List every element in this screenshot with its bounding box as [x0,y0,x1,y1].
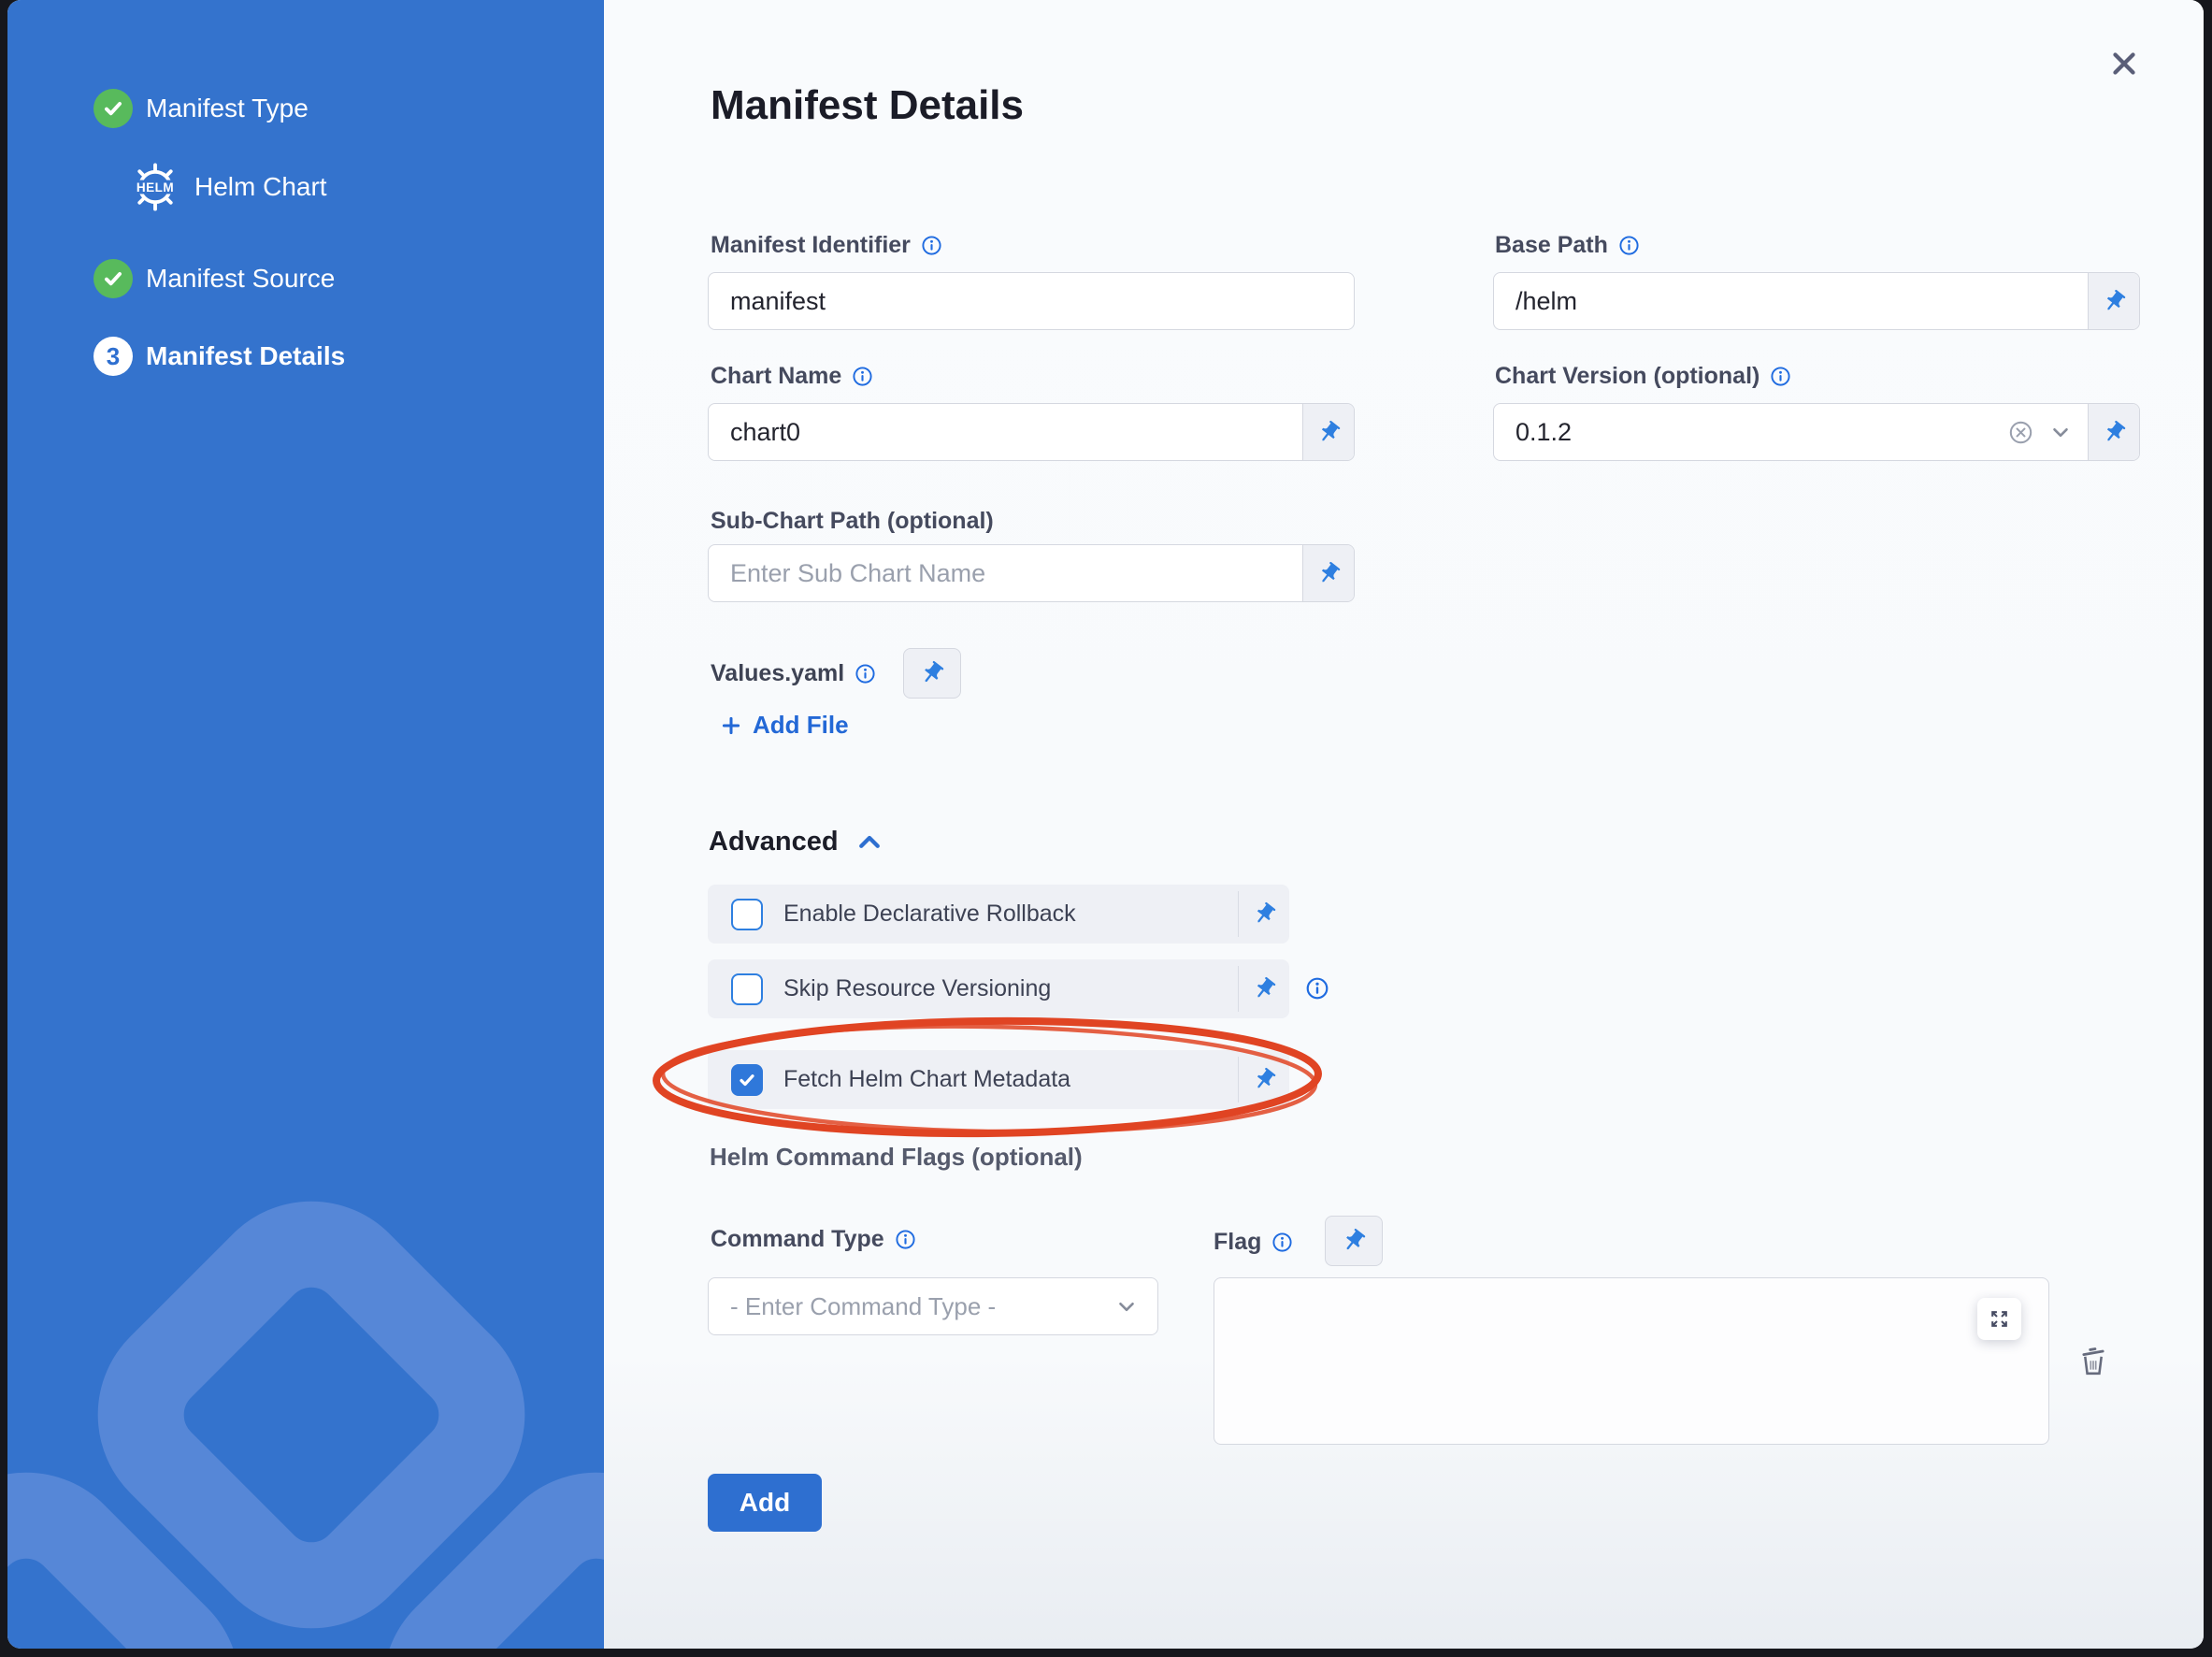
sidebar-step-manifest-type[interactable]: Manifest Type [93,89,309,128]
sidebar-step-manifest-source[interactable]: Manifest Source [93,259,335,298]
pin-icon [1341,1228,1367,1254]
option-enable-declarative-rollback[interactable]: Enable Declarative Rollback [708,885,1289,944]
base-path-label: Base Path [1495,232,1608,259]
option-fetch-helm-chart-metadata[interactable]: Fetch Helm Chart Metadata [708,1050,1289,1109]
flag-label-row: Flag [1214,1229,1293,1256]
check-icon [101,267,125,291]
sub-chart-path-label-row: Sub-Chart Path (optional) [711,508,994,535]
pin-icon[interactable] [1302,545,1354,601]
step-number: 3 [107,342,120,371]
sidebar-step-label: Manifest Type [146,94,309,123]
option-skip-resource-versioning[interactable]: Skip Resource Versioning [708,959,1289,1018]
add-button[interactable]: Add [708,1474,822,1532]
command-type-placeholder: - Enter Command Type - [709,1292,1114,1321]
helm-icon [129,161,181,213]
sidebar-step-label: Manifest Source [146,264,335,294]
chart-version-label: Chart Version (optional) [1495,363,1760,390]
pin-icon[interactable] [1239,1067,1289,1092]
sidebar-step-label: Helm Chart [194,172,327,202]
step-complete-icon [93,259,133,298]
sub-chart-path-field [708,544,1355,602]
page-background: Manifest Type Helm Chart Manifest Source… [0,0,2212,1657]
chart-name-input[interactable] [709,404,1302,460]
sidebar-step-manifest-details[interactable]: 3 Manifest Details [93,337,345,376]
pin-icon[interactable] [1239,976,1289,1001]
values-yaml-label-row: Values.yaml [711,660,876,687]
command-type-select[interactable]: - Enter Command Type - [708,1277,1158,1335]
pin-icon [919,660,945,686]
pin-icon[interactable] [1302,404,1354,460]
command-type-label: Command Type [711,1226,884,1253]
chart-version-label-row: Chart Version (optional) [1495,363,1791,390]
option-label: Enable Declarative Rollback [783,901,1238,928]
values-yaml-label: Values.yaml [711,660,844,687]
flag-textarea[interactable] [1214,1277,2049,1445]
chevron-up-icon [855,828,883,857]
manifest-details-modal: Manifest Type Helm Chart Manifest Source… [7,0,2204,1649]
clear-icon[interactable] [2008,404,2033,460]
option-label: Skip Resource Versioning [783,975,1238,1002]
close-icon[interactable] [2102,41,2147,86]
base-path-field [1493,272,2140,330]
info-icon[interactable] [1770,366,1791,387]
sidebar-step-label: Manifest Details [146,341,345,371]
add-file-button[interactable]: Add File [719,711,849,740]
manifest-identifier-label-row: Manifest Identifier [711,232,942,259]
helm-command-flags-heading: Helm Command Flags (optional) [710,1143,1083,1172]
harness-logo-watermark [7,1176,604,1649]
advanced-option-1-checkbox[interactable] [731,973,763,1005]
chart-version-field [1493,403,2140,461]
manifest-identifier-input[interactable] [709,273,1354,329]
advanced-option-2-checkbox[interactable] [731,1064,763,1096]
chevron-down-icon[interactable] [2048,404,2073,460]
info-icon[interactable] [855,663,876,684]
info-icon[interactable] [1305,976,1329,1001]
pin-icon[interactable] [2088,404,2139,460]
chart-name-label-row: Chart Name [711,363,873,390]
values-yaml-pin-button[interactable] [903,648,961,699]
expand-icon[interactable] [1977,1298,2021,1340]
sub-chart-path-label: Sub-Chart Path (optional) [711,508,994,535]
info-icon[interactable] [921,235,942,256]
pin-icon[interactable] [2088,273,2139,329]
base-path-input[interactable] [1494,273,2088,329]
info-icon[interactable] [1271,1232,1293,1253]
step-number-badge: 3 [93,337,133,376]
option-label: Fetch Helm Chart Metadata [783,1066,1238,1093]
command-type-label-row: Command Type [711,1226,916,1253]
manifest-identifier-field [708,272,1355,330]
chevron-down-icon [1114,1294,1139,1318]
flag-label: Flag [1214,1229,1261,1256]
sidebar-step-helm-chart[interactable]: Helm Chart [129,161,327,213]
chart-name-label: Chart Name [711,363,841,390]
pin-icon[interactable] [1239,901,1289,927]
chart-version-input[interactable] [1494,404,2008,460]
check-icon [101,96,125,121]
flag-pin-button[interactable] [1325,1216,1383,1266]
add-file-label: Add File [753,711,849,740]
manifest-identifier-label: Manifest Identifier [711,232,911,259]
advanced-option-0-checkbox[interactable] [731,899,763,930]
advanced-section-toggle[interactable]: Advanced [709,827,883,857]
info-icon[interactable] [852,366,873,387]
page-title: Manifest Details [711,82,1024,129]
sub-chart-path-input[interactable] [709,545,1302,601]
step-complete-icon [93,89,133,128]
base-path-label-row: Base Path [1495,232,1640,259]
info-icon[interactable] [895,1229,916,1250]
wizard-sidebar: Manifest Type Helm Chart Manifest Source… [7,0,604,1649]
trash-icon[interactable] [2076,1343,2111,1378]
advanced-title: Advanced [709,827,839,857]
chart-name-field [708,403,1355,461]
info-icon[interactable] [1618,235,1640,256]
plus-icon [719,713,743,738]
